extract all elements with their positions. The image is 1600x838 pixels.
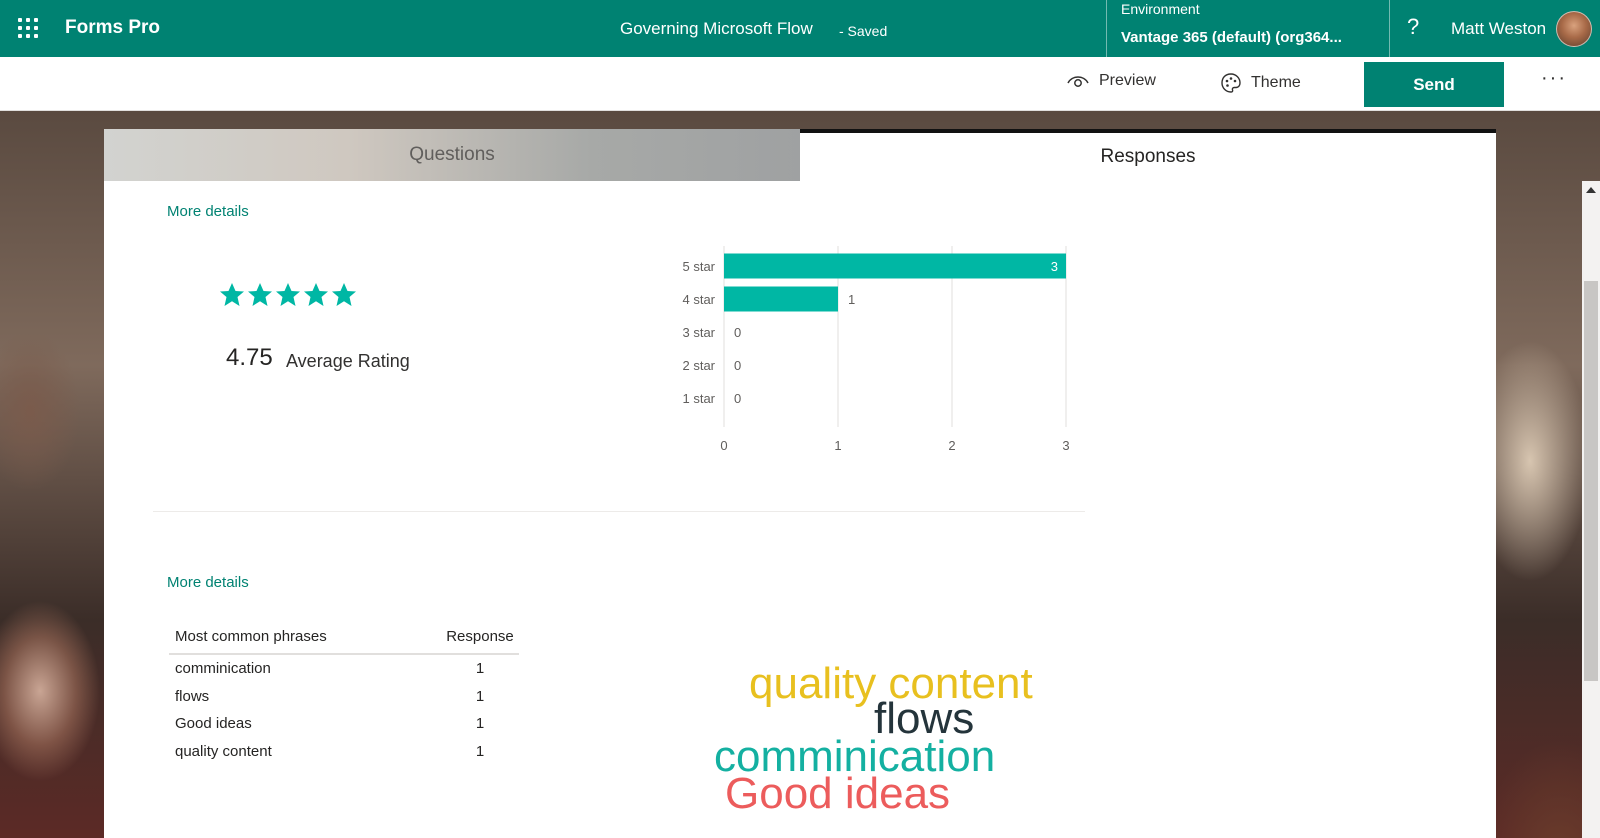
theme-label: Theme: [1251, 74, 1301, 91]
tab-responses[interactable]: Responses: [800, 129, 1496, 181]
star-rating: [219, 282, 359, 308]
bar: [724, 253, 1066, 279]
phrases-table-header: Most common phrases Response: [169, 619, 519, 655]
data-label: 3: [1051, 259, 1058, 274]
average-rating-label: Average Rating: [286, 351, 410, 371]
theme-button[interactable]: Theme: [1220, 72, 1301, 94]
category-label: 2 star: [682, 358, 715, 373]
star-icon: [220, 283, 244, 306]
vertical-scrollbar[interactable]: [1582, 181, 1600, 838]
phrase-cell: flows: [175, 687, 210, 705]
star-icon: [304, 283, 328, 306]
phrases-table: Most common phrases Response comminicati…: [169, 619, 519, 765]
x-tick-label: 1: [834, 438, 841, 453]
rating-more-details-link[interactable]: More details: [167, 203, 249, 220]
section-divider: [153, 511, 1085, 512]
app-name[interactable]: Forms Pro: [65, 17, 160, 39]
user-name[interactable]: Matt Weston: [1451, 19, 1546, 39]
save-status: - Saved: [839, 23, 888, 39]
data-label: 0: [734, 391, 741, 406]
help-icon[interactable]: ?: [1407, 14, 1419, 40]
avatar[interactable]: [1556, 11, 1592, 47]
environment-picker[interactable]: Environment Vantage 365 (default) (org36…: [1106, 0, 1390, 57]
palette-icon: [1221, 73, 1241, 93]
category-label: 1 star: [682, 391, 715, 406]
column-header-phrases: Most common phrases: [175, 627, 327, 645]
phrases-more-details-link[interactable]: More details: [167, 574, 249, 591]
top-bar: Forms Pro Governing Microsoft Flow - Sav…: [0, 0, 1600, 57]
command-bar: Preview Theme Send ···: [0, 57, 1600, 111]
rating-bar-chart: 0 1 2 3 5 star 3 4 star 1 3 star 0 2 star 0 1 star 0: [682, 246, 1070, 453]
phrase-cell: Good ideas: [175, 715, 252, 733]
average-rating-value: 4.75: [226, 344, 273, 371]
form-card: Questions Responses More details 4.75 Av…: [104, 129, 1496, 838]
star-icon: [276, 283, 300, 306]
x-tick-label: 0: [720, 438, 727, 453]
table-row: quality content 1: [169, 738, 519, 766]
preview-label: Preview: [1099, 72, 1156, 89]
eye-icon: [1067, 76, 1089, 87]
preview-button[interactable]: Preview: [1066, 72, 1156, 90]
star-icon: [332, 283, 356, 306]
response-count-cell: 1: [475, 687, 485, 705]
data-label: 0: [734, 325, 741, 340]
app-launcher-icon[interactable]: [18, 18, 38, 38]
data-label: 0: [734, 358, 741, 373]
send-button[interactable]: Send: [1364, 62, 1504, 107]
tab-questions[interactable]: Questions: [104, 129, 800, 181]
table-row: flows 1: [169, 683, 519, 711]
table-row: comminication 1: [169, 655, 519, 683]
response-count-cell: 1: [475, 715, 485, 733]
environment-value: Vantage 365 (default) (org364...: [1121, 29, 1342, 46]
column-header-response: Response: [446, 627, 514, 645]
form-title: Governing Microsoft Flow: [620, 19, 813, 38]
phrase-cell: comminication: [175, 660, 271, 678]
category-label: 3 star: [682, 325, 715, 340]
environment-label: Environment: [1121, 1, 1200, 17]
word-cloud-word: Good ideas: [725, 769, 951, 818]
more-options-icon[interactable]: ···: [1541, 67, 1567, 90]
x-tick-label: 3: [1062, 438, 1069, 453]
phrase-cell: quality content: [175, 742, 272, 760]
category-label: 5 star: [682, 259, 715, 274]
response-count-cell: 1: [475, 742, 485, 760]
bar: [724, 286, 838, 312]
data-label: 1: [848, 292, 855, 307]
table-row: Good ideas 1: [169, 710, 519, 738]
response-count-cell: 1: [475, 660, 485, 678]
scroll-up-arrow-icon[interactable]: [1586, 187, 1596, 193]
category-label: 4 star: [682, 292, 715, 307]
x-tick-label: 2: [948, 438, 955, 453]
star-icon: [248, 283, 272, 306]
scrollbar-thumb[interactable]: [1584, 281, 1598, 681]
